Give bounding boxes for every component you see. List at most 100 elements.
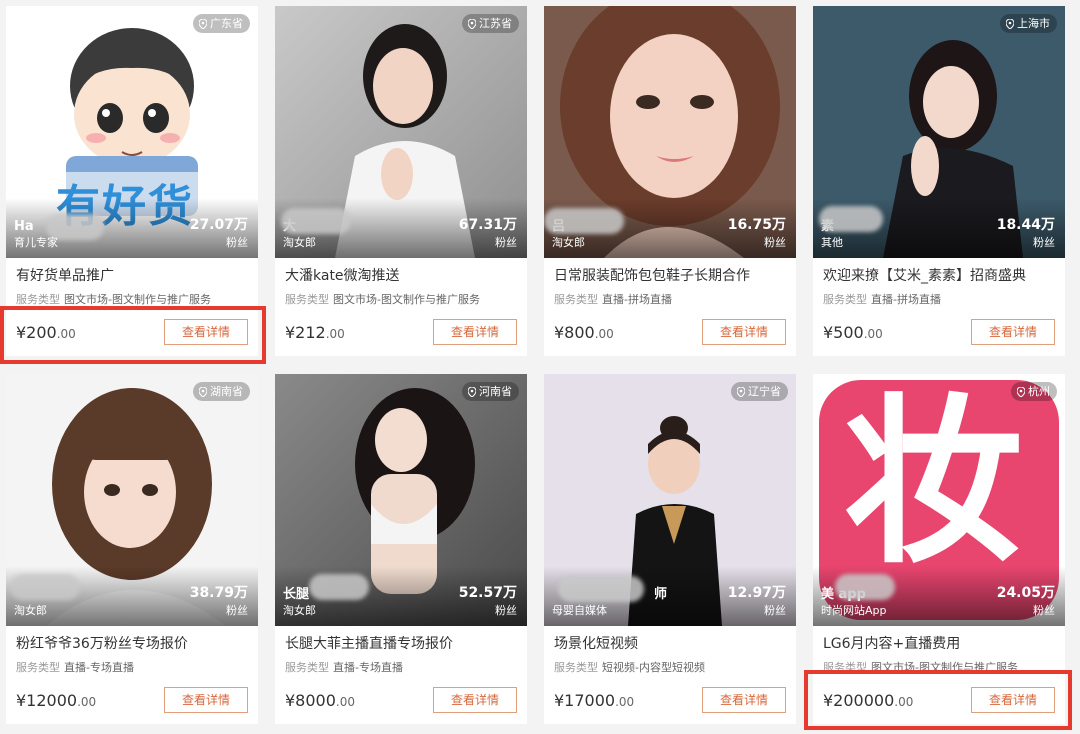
location-badge: 河南省 — [462, 382, 519, 401]
fans-label: 粉丝 — [226, 236, 248, 249]
price: ¥800.00 — [554, 323, 614, 342]
location-badge: 江苏省 — [462, 14, 519, 33]
author-type: 育儿专家 — [14, 236, 58, 249]
service-type-label: 服务类型 — [16, 293, 60, 306]
view-details-button[interactable]: 查看详情 — [971, 319, 1055, 345]
location-badge: 广东省 — [193, 14, 250, 33]
service-card[interactable]: 湖南省 淘女郎 38.79万 粉丝 粉红爷爷36万粉丝专场报价 服务类型 直播-专… — [6, 374, 258, 724]
view-details-button[interactable]: 查看详情 — [433, 687, 517, 713]
service-grid: 有好货 广东省 Ha 育儿专家 27.07万 粉丝 有好货单品推广 服务类型图文… — [0, 0, 1080, 734]
price-decimal: .00 — [56, 326, 76, 341]
blurred-name — [544, 208, 624, 234]
card-title[interactable]: 粉红爷爷36万粉丝专场报价 — [16, 634, 248, 654]
author-type: 母婴自媒体 — [552, 604, 607, 617]
card-thumbnail[interactable]: 辽宁省 师 母婴自媒体 12.97万 粉丝 — [544, 374, 796, 626]
service-card[interactable]: 江苏省 大 淘女郎 67.31万 粉丝 大潘kate微淘推送 服务类型图文市场-… — [275, 6, 527, 356]
service-card[interactable]: 辽宁省 师 母婴自媒体 12.97万 粉丝 场景化短视频 服务类型 短视频-内容型… — [544, 374, 796, 724]
fans-count: 16.75万 — [727, 217, 786, 233]
card-thumbnail[interactable]: 吕 淘女郎 16.75万 粉丝 — [544, 6, 796, 258]
service-card[interactable]: 吕 淘女郎 16.75万 粉丝 日常服装配饰包包鞋子长期合作 服务类型直播-拼场… — [544, 6, 796, 356]
card-thumbnail[interactable]: 湖南省 淘女郎 38.79万 粉丝 — [6, 374, 258, 626]
card-thumbnail[interactable]: 上海市 素 其他 18.44万 粉丝 — [813, 6, 1065, 258]
service-type-label: 服务类型 — [554, 293, 598, 306]
logo-text: 妆 — [843, 379, 1024, 588]
card-title[interactable]: 有好货单品推广 — [16, 266, 248, 286]
location-badge: 杭州 — [1011, 382, 1057, 401]
service-type: 服务类型 直播-拼场直播 — [823, 292, 1055, 307]
price-decimal: .00 — [325, 326, 345, 341]
author-type: 淘女郎 — [283, 604, 316, 617]
price-decimal: .00 — [615, 694, 635, 709]
fans-count: 24.05万 — [996, 585, 1055, 601]
card-title[interactable]: 场景化短视频 — [554, 634, 786, 654]
service-type-value: 图文市场-图文制作与推广服务 — [64, 293, 211, 306]
fans-count: 12.97万 — [727, 585, 786, 601]
price-decimal: .00 — [77, 694, 97, 709]
fans-label: 粉丝 — [495, 604, 517, 617]
price-integer: ¥12000 — [16, 690, 78, 710]
fans-count: 38.79万 — [189, 585, 248, 601]
service-type-label: 服务类型 — [285, 661, 329, 674]
fans-label: 粉丝 — [1033, 236, 1055, 249]
author-name: 长腿 — [283, 587, 310, 602]
service-type: 服务类型 直播-专场直播 — [16, 660, 248, 675]
view-details-button[interactable]: 查看详情 — [164, 319, 248, 345]
location-pin-icon — [1017, 386, 1025, 397]
service-card[interactable]: 妆 杭州 美 app 时尚网站App 24.05万 粉丝 LG6月内容+直播费用… — [813, 374, 1065, 724]
location-pin-icon — [1006, 18, 1014, 29]
card-title[interactable]: 欢迎来撩【艾米_素素】招商盛典 — [823, 266, 1055, 286]
fans-label: 粉丝 — [495, 236, 517, 249]
location-pin-icon — [468, 18, 476, 29]
service-type-value: 图文市场-图文制作与推广服务 — [871, 661, 1018, 674]
view-details-button[interactable]: 查看详情 — [971, 687, 1055, 713]
view-details-button[interactable]: 查看详情 — [164, 687, 248, 713]
price: ¥200.00 — [16, 323, 76, 342]
price-integer: ¥212 — [285, 322, 326, 342]
author-type: 淘女郎 — [14, 604, 47, 617]
author-name: 师 — [654, 587, 668, 602]
location-pin-icon — [199, 18, 207, 29]
price-integer: ¥8000 — [285, 690, 336, 710]
price-decimal: .00 — [894, 694, 914, 709]
location-text: 湖南省 — [210, 385, 243, 398]
blurred-name — [558, 576, 644, 602]
card-title[interactable]: 大潘kate微淘推送 — [285, 266, 517, 286]
price: ¥212.00 — [285, 323, 345, 342]
fans-label: 粉丝 — [764, 236, 786, 249]
location-badge: 上海市 — [1000, 14, 1057, 33]
card-title[interactable]: 日常服装配饰包包鞋子长期合作 — [554, 266, 786, 286]
service-type-value: 短视频-内容型短视频 — [602, 661, 705, 674]
author-type: 淘女郎 — [552, 236, 585, 249]
price: ¥200000.00 — [823, 691, 913, 710]
price-decimal: .00 — [335, 694, 355, 709]
service-type-label: 服务类型 — [823, 293, 867, 306]
price: ¥17000.00 — [554, 691, 634, 710]
price: ¥500.00 — [823, 323, 883, 342]
card-thumbnail[interactable]: 河南省 长腿 淘女郎 52.57万 粉丝 — [275, 374, 527, 626]
card-title[interactable]: 长腿大菲主播直播专场报价 — [285, 634, 517, 654]
card-thumbnail[interactable]: 有好货 广东省 Ha 育儿专家 27.07万 粉丝 — [6, 6, 258, 258]
blurred-name — [309, 574, 369, 600]
location-text: 河南省 — [479, 385, 512, 398]
service-type-value: 直播-专场直播 — [64, 661, 134, 674]
location-badge: 湖南省 — [193, 382, 250, 401]
service-card[interactable]: 上海市 素 其他 18.44万 粉丝 欢迎来撩【艾米_素素】招商盛典 服务类型直… — [813, 6, 1065, 356]
view-details-button[interactable]: 查看详情 — [433, 319, 517, 345]
fans-count: 52.57万 — [458, 585, 517, 601]
card-thumbnail[interactable]: 妆 杭州 美 app 时尚网站App 24.05万 粉丝 — [813, 374, 1065, 626]
card-title[interactable]: LG6月内容+直播费用 — [823, 634, 1055, 654]
blurred-name — [281, 208, 351, 234]
service-type-label: 服务类型 — [823, 661, 867, 674]
service-type: 服务类型 图文市场-图文制作与推广服务 — [823, 660, 1055, 675]
card-thumbnail[interactable]: 江苏省 大 淘女郎 67.31万 粉丝 — [275, 6, 527, 258]
view-details-button[interactable]: 查看详情 — [702, 687, 786, 713]
service-card[interactable]: 河南省 长腿 淘女郎 52.57万 粉丝 长腿大菲主播直播专场报价 服务类型 直播… — [275, 374, 527, 724]
service-card[interactable]: 有好货 广东省 Ha 育儿专家 27.07万 粉丝 有好货单品推广 服务类型图文… — [6, 6, 258, 356]
location-text: 辽宁省 — [748, 385, 781, 398]
price: ¥12000.00 — [16, 691, 96, 710]
fans-count: 67.31万 — [458, 217, 517, 233]
price: ¥8000.00 — [285, 691, 355, 710]
view-details-button[interactable]: 查看详情 — [702, 319, 786, 345]
service-type: 服务类型 直播-专场直播 — [285, 660, 517, 675]
service-type-value: 直播-拼场直播 — [871, 293, 941, 306]
